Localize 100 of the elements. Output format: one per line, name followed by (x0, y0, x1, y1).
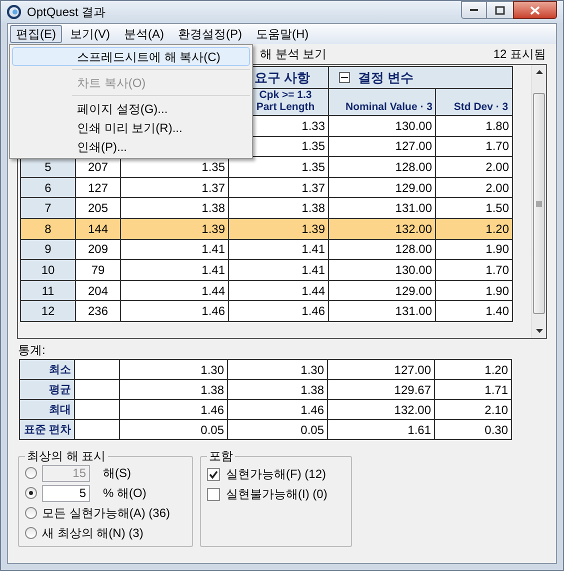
table-cell: 1.41 (202, 242, 225, 256)
table-cell: 1.61 (328, 420, 434, 440)
collapse-icon[interactable] (339, 72, 350, 83)
minimize-button[interactable] (461, 1, 487, 19)
table-row[interactable]: 11 204 1.44 1.44 129.00 1.90 (20, 280, 512, 301)
table-cell: 236 (88, 304, 108, 318)
group-title: 최상의 해 표시 (26, 449, 107, 463)
table-row[interactable]: 9 209 1.41 1.41 128.00 1.90 (20, 239, 512, 260)
row-number: 5 (44, 160, 52, 174)
row-number: 7 (44, 201, 52, 216)
option-label: 실현가능해(F) (12) (226, 467, 326, 481)
row-number: 10 (41, 262, 55, 277)
scrollbar[interactable] (531, 65, 546, 338)
table-cell: 204 (88, 284, 108, 298)
column-header[interactable]: Nominal Value · 3 (328, 88, 436, 116)
menu-item[interactable]: 편집(E) (10, 25, 62, 43)
table-row[interactable]: 8 144 1.39 1.39 132.00 1.20 (20, 218, 512, 240)
minimize-icon (469, 8, 479, 12)
scroll-thumb[interactable] (533, 93, 545, 314)
menu-item[interactable]: 환경설정(P) (172, 25, 248, 43)
table-cell: 1.46 (228, 400, 328, 420)
table-cell: 1.41 (302, 242, 325, 256)
table-cell: 131.00 (395, 304, 432, 318)
table-cell: 0.30 (434, 420, 512, 440)
table-cell: 0.05 (228, 420, 328, 440)
option-label: 모든 실현가능해(A) (36) (42, 506, 170, 520)
table-cell: 0.05 (120, 420, 228, 440)
app-logo-icon (7, 5, 21, 19)
table-cell: 1.38 (228, 380, 328, 400)
table-row[interactable]: 5 207 1.35 1.35 128.00 2.00 (20, 156, 512, 178)
shown-count: 12 표시됨 (493, 47, 546, 61)
table-cell: 144 (88, 222, 108, 236)
table-cell: 1.30 (120, 360, 228, 380)
table-cell: 1.90 (486, 284, 509, 298)
view-label: 해 분석 보기 (260, 47, 327, 61)
menu-item[interactable]: 분석(A) (118, 25, 170, 43)
table-cell: 127.00 (328, 360, 434, 380)
table-cell: 1.46 (120, 400, 228, 420)
table-cell: 1.39 (202, 222, 225, 236)
radio-button[interactable] (25, 467, 37, 479)
row-number: 9 (44, 242, 52, 256)
table-cell: 1.44 (302, 284, 325, 298)
option-label: 실현불가능해(I) (0) (226, 487, 328, 501)
table-cell: 129.00 (395, 180, 432, 195)
menu-item[interactable]: 보기(V) (64, 25, 116, 43)
table-cell: 130.00 (395, 118, 432, 133)
table-cell: 1.41 (202, 262, 225, 277)
table-cell: 1.38 (120, 380, 228, 400)
table-cell: 129.67 (328, 380, 434, 400)
column-header[interactable]: Std Dev · 3 (436, 88, 512, 116)
table-cell: 207 (88, 160, 108, 174)
table-cell: 131.00 (395, 201, 432, 216)
row-number: 8 (44, 222, 52, 236)
row-header: 최소 (20, 360, 74, 380)
close-icon (530, 6, 540, 14)
table-row[interactable]: 6 127 1.37 1.37 129.00 2.00 (20, 177, 512, 198)
group-title: 포함 (208, 449, 234, 463)
table-cell: 209 (88, 242, 108, 256)
table-cell: 1.35 (302, 139, 325, 154)
table-cell: 2.10 (434, 400, 512, 420)
maximize-icon (495, 6, 505, 14)
table-cell: 127 (88, 180, 108, 195)
radio-button[interactable] (25, 527, 37, 539)
table-cell: 128.00 (395, 242, 432, 256)
option-label: % 해(O) (103, 486, 146, 500)
table-cell: 1.35 (202, 160, 225, 174)
table-cell: 1.20 (434, 360, 512, 380)
table-cell: 1.37 (302, 180, 325, 195)
table-row[interactable]: 10 79 1.41 1.41 130.00 1.70 (20, 260, 512, 280)
table-cell: 1.37 (202, 180, 225, 195)
option-label: 해(S) (103, 466, 131, 480)
close-button[interactable] (513, 1, 557, 19)
table-cell: 1.50 (486, 201, 509, 216)
row-number: 11 (42, 284, 54, 298)
menu-item[interactable]: 도움말(H) (250, 25, 315, 43)
table-cell: 1.46 (302, 304, 325, 318)
menu-item[interactable]: 스프레드시트에 해 복사(C) (12, 47, 250, 66)
table-cell: 1.71 (434, 380, 512, 400)
table-row[interactable]: 12 236 1.46 1.46 131.00 1.40 (20, 300, 512, 322)
table-cell: 205 (88, 201, 108, 216)
table-cell: 128.00 (395, 160, 432, 174)
table-cell: 2.00 (486, 160, 509, 174)
group-header: 결정 변수 (358, 70, 414, 84)
table-row[interactable]: 7 205 1.38 1.38 131.00 1.50 (20, 198, 512, 218)
checkbox[interactable] (207, 488, 220, 500)
table-cell: 132.00 (395, 222, 432, 236)
group-header: 요구 사항 (254, 70, 310, 84)
row-number: 6 (44, 180, 52, 195)
number-field[interactable]: 5 (42, 484, 90, 502)
table-cell: 1.44 (202, 284, 225, 298)
table-cell: 1.39 (302, 222, 325, 236)
radio-button[interactable] (25, 507, 37, 519)
table-cell: 1.40 (486, 304, 509, 318)
table-cell: 1.38 (202, 201, 225, 216)
radio-button[interactable] (25, 487, 37, 499)
table-cell: 1.30 (228, 360, 328, 380)
table-cell: 1.70 (486, 262, 509, 277)
maximize-button[interactable] (487, 1, 513, 19)
row-header: 표준 편차 (20, 420, 74, 440)
checkbox[interactable] (207, 468, 220, 480)
